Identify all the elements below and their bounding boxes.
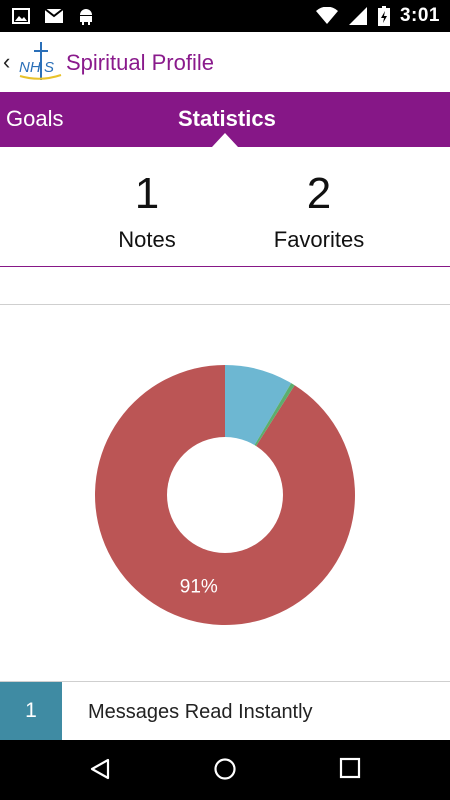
list-item[interactable]: 1 Messages Read Instantly [0, 682, 450, 740]
app-logo[interactable]: NH S [17, 40, 63, 84]
chevron-left-icon[interactable]: ‹ [3, 49, 10, 75]
back-triangle-icon[interactable] [88, 757, 112, 781]
battery-icon [377, 6, 390, 26]
stats-summary: 1 Notes 2 Favorites [0, 147, 450, 267]
notes-label: Notes [118, 227, 176, 252]
divider [0, 266, 450, 267]
page-title: Spiritual Profile [66, 50, 214, 75]
wifi-icon [315, 7, 338, 24]
nav-bar [0, 740, 450, 800]
android-icon [80, 9, 92, 25]
count-badge: 1 [0, 682, 62, 740]
divider [0, 304, 450, 305]
tab-statistics[interactable]: Statistics [178, 106, 276, 132]
donut-hole [167, 437, 283, 553]
status-bar: 3:01 [0, 0, 450, 32]
svg-text:NH: NH [19, 59, 41, 76]
slice-label: 91% [180, 576, 218, 597]
notes-count: 1 [134, 169, 160, 218]
donut-chart: 91% [95, 365, 356, 625]
favorites-count: 2 [306, 169, 332, 218]
mail-icon [44, 8, 64, 23]
svg-text:S: S [44, 59, 54, 76]
favorites-label: Favorites [273, 227, 365, 252]
home-circle-icon[interactable] [213, 757, 237, 781]
list-item-label: Messages Read Instantly [88, 701, 313, 723]
active-tab-indicator [212, 133, 238, 147]
signal-icon [348, 7, 367, 25]
recents-square-icon[interactable] [339, 757, 361, 779]
app-bar: ‹ NH S Spiritual Profile [0, 32, 450, 92]
image-icon [12, 8, 30, 24]
tab-goals[interactable]: Goals [6, 106, 63, 132]
clock: 3:01 [399, 5, 440, 26]
